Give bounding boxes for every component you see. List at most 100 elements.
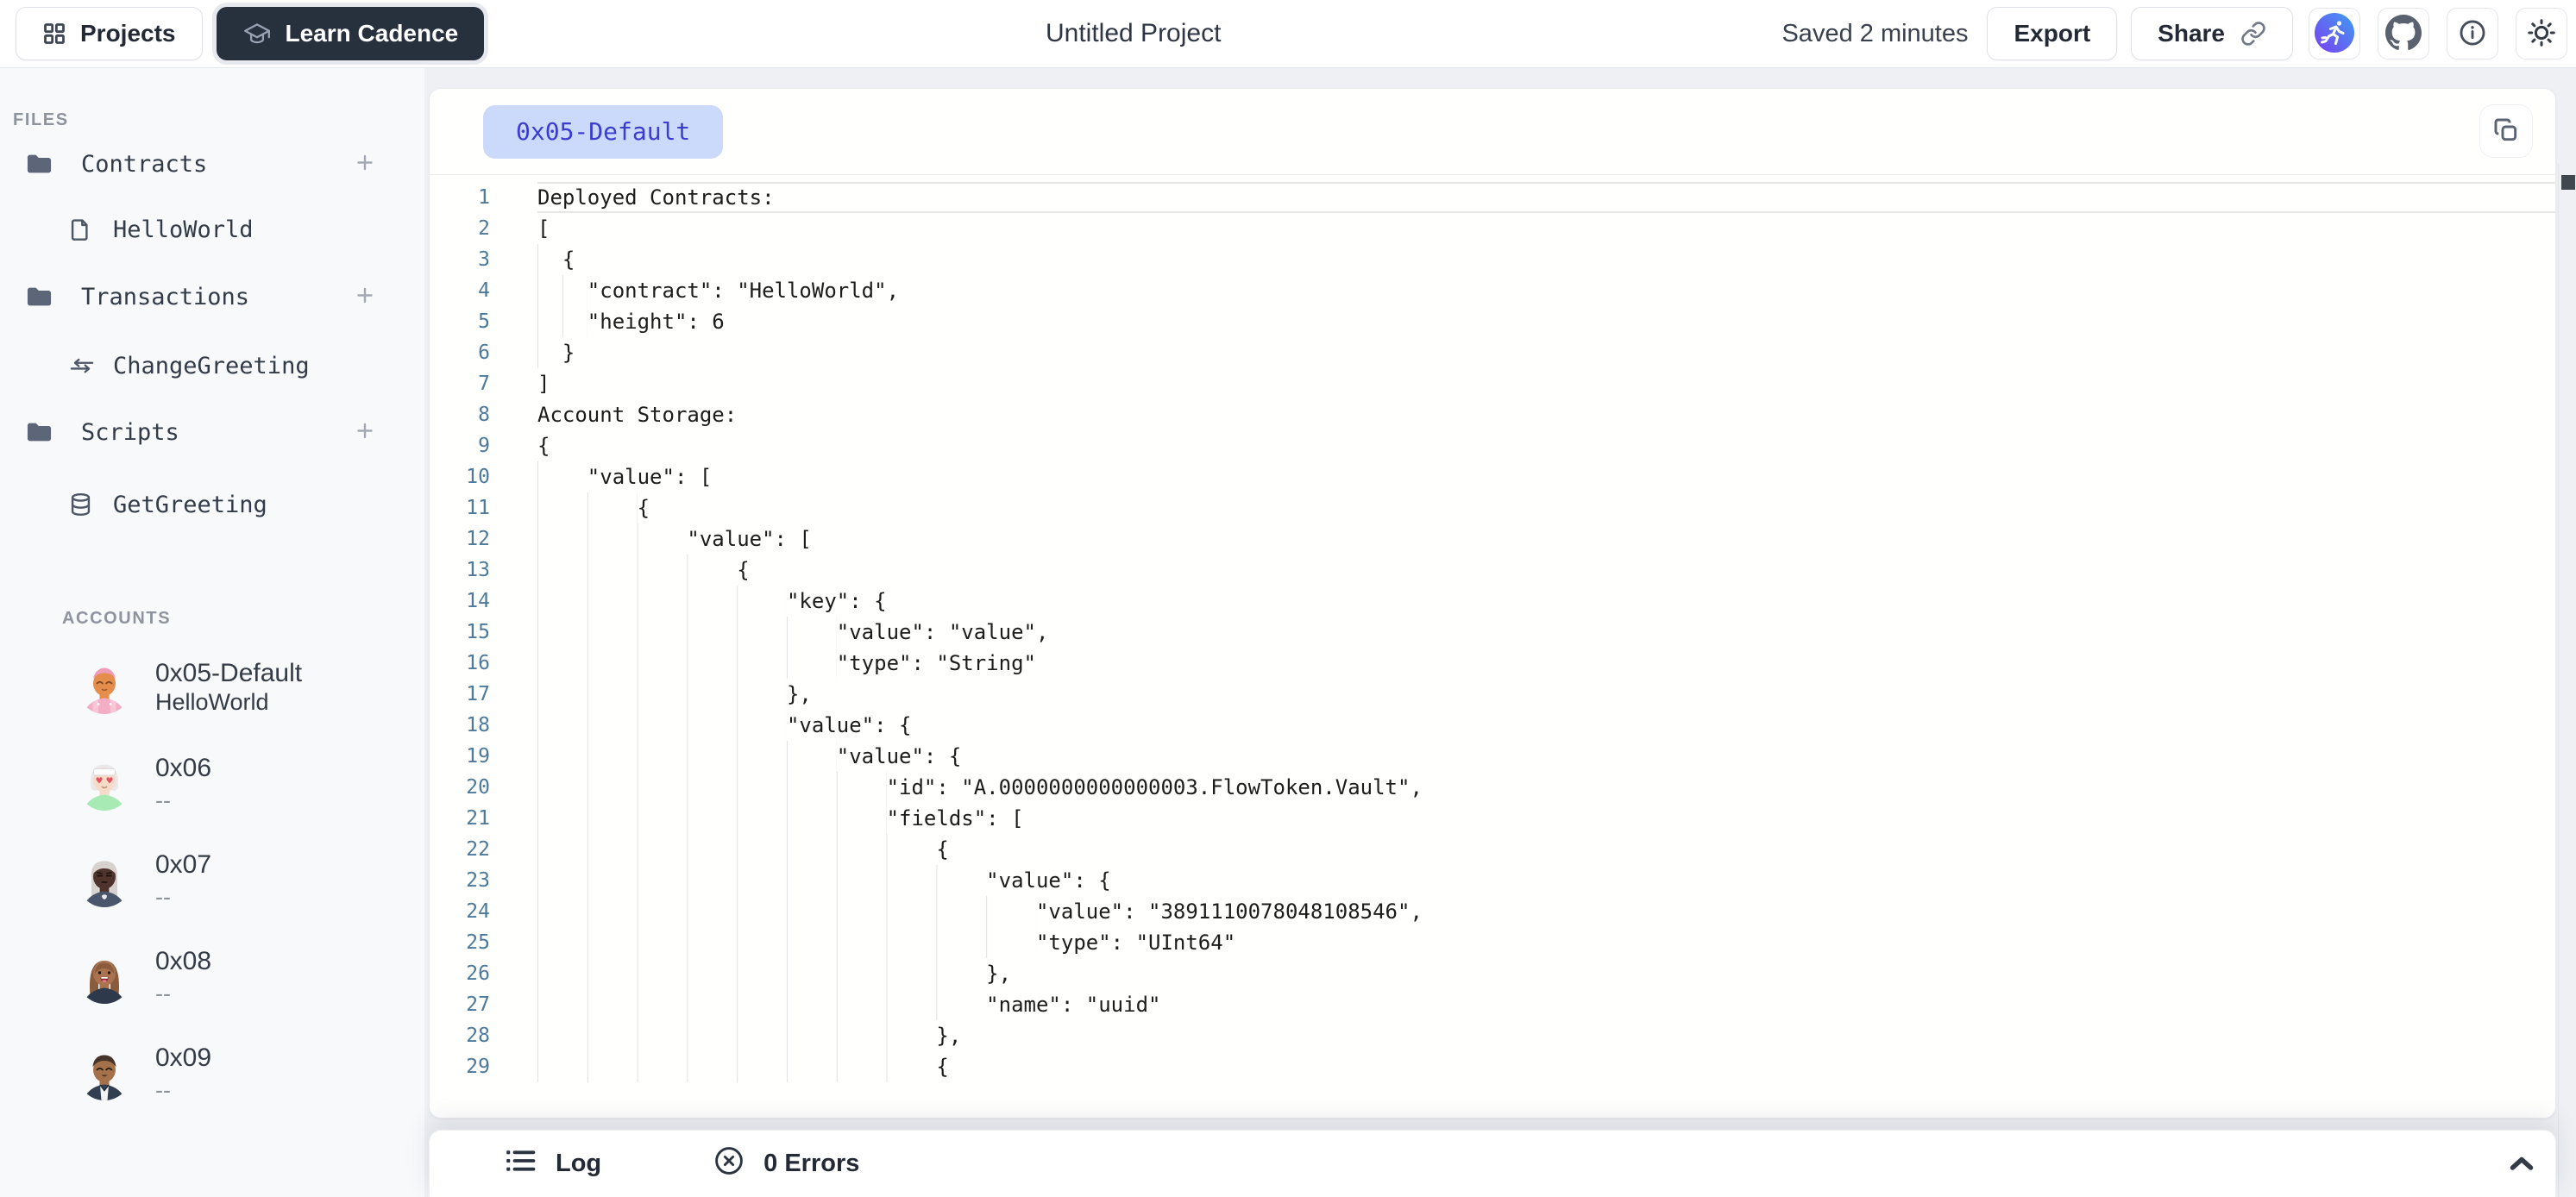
folder-transactions[interactable]: Transactions [0, 270, 424, 323]
code-line-16[interactable]: 16"type": "String" [430, 648, 2555, 679]
indent-guides [537, 648, 837, 679]
add-scripts-button[interactable] [354, 420, 376, 445]
line-number: 2 [430, 213, 537, 244]
editor-tabbar: 0x05-Default [430, 89, 2555, 175]
line-number: 27 [430, 989, 537, 1020]
avatar [78, 1047, 131, 1100]
code-line-25[interactable]: 25"type": "UInt64" [430, 927, 2555, 958]
info-button[interactable] [2447, 8, 2498, 60]
code-line-20[interactable]: 20"id": "A.0000000000000003.FlowToken.Va… [430, 772, 2555, 803]
account-0x09[interactable]: 0x09 -- [0, 1034, 424, 1113]
line-number: 29 [430, 1051, 537, 1082]
code-text: "key": { [787, 589, 887, 613]
code-line-22[interactable]: 22{ [430, 834, 2555, 865]
code-line-8[interactable]: 8Account Storage: [430, 399, 2555, 430]
code-text: "type": "String" [837, 651, 1036, 675]
code-text: }, [986, 962, 1011, 986]
toolbar-right: Saved 2 minutes Export Share [1781, 7, 2567, 60]
code-line-23[interactable]: 23"value": { [430, 865, 2555, 896]
log-tab[interactable]: Log [506, 1148, 601, 1181]
code-line-21[interactable]: 21"fields": [ [430, 803, 2555, 834]
code-line-6[interactable]: 6} [430, 337, 2555, 368]
scrollbar-thumb[interactable] [2561, 175, 2575, 190]
code-line-26[interactable]: 26}, [430, 958, 2555, 989]
code-line-13[interactable]: 13{ [430, 555, 2555, 586]
github-button[interactable] [2378, 8, 2429, 60]
code-line-27[interactable]: 27"name": "uuid" [430, 989, 2555, 1020]
code-line-15[interactable]: 15"value": "value", [430, 617, 2555, 648]
code-line-24[interactable]: 24"value": "3891110078048108546", [430, 896, 2555, 927]
line-content: "id": "A.0000000000000003.FlowToken.Vaul… [537, 772, 2555, 803]
page-scrollbar [2558, 164, 2576, 1197]
theme-toggle-button[interactable] [2516, 8, 2567, 60]
learn-cadence-label: Learn Cadence [286, 20, 459, 47]
errors-tab[interactable]: 0 Errors [713, 1145, 859, 1183]
code-text: [ [537, 216, 550, 241]
line-number: 17 [430, 679, 537, 710]
plus-icon [354, 285, 376, 310]
share-button[interactable]: Share [2131, 7, 2293, 60]
folder-contracts[interactable]: Contracts [0, 137, 424, 191]
file-label: HelloWorld [113, 216, 254, 243]
account-0x06[interactable]: ♥ ♥ 0x06 -- [0, 744, 424, 824]
code-line-2[interactable]: 2[ [430, 213, 2555, 244]
add-contracts-button[interactable] [354, 152, 376, 177]
account-0x07[interactable]: 0x07 -- [0, 841, 424, 920]
learn-cadence-button[interactable]: Learn Cadence [217, 7, 485, 60]
line-number: 21 [430, 803, 537, 834]
code-line-12[interactable]: 12"value": [ [430, 523, 2555, 555]
flow-runner-button[interactable] [2309, 8, 2360, 60]
folder-scripts[interactable]: Scripts [0, 405, 424, 459]
database-icon [69, 492, 92, 517]
indent-guides [537, 337, 562, 368]
plus-icon [354, 152, 376, 177]
code-line-28[interactable]: 28}, [430, 1020, 2555, 1051]
folder-label: Contracts [81, 151, 207, 178]
code-text: "value": "value", [837, 620, 1049, 644]
account-0x05-Default[interactable]: 0x05-Default HelloWorld [0, 648, 424, 727]
code-line-7[interactable]: 7] [430, 368, 2555, 399]
code-line-3[interactable]: 3{ [430, 244, 2555, 275]
code-text: Account Storage: [537, 403, 737, 427]
code-line-1[interactable]: 1Deployed Contracts: [430, 182, 2555, 213]
indent-guides [537, 1020, 936, 1051]
line-content: }, [537, 958, 2555, 989]
line-content: "key": { [537, 586, 2555, 617]
line-content: { [537, 834, 2555, 865]
expand-log-button[interactable] [2509, 1155, 2535, 1175]
avatar: ♥ ♥ [78, 757, 131, 811]
file-getgreeting[interactable]: GetGreeting [0, 478, 424, 531]
code-line-10[interactable]: 10"value": [ [430, 461, 2555, 492]
export-button[interactable]: Export [1987, 7, 2117, 60]
file-label: ChangeGreeting [113, 353, 310, 379]
line-content: { [537, 555, 2555, 586]
code-line-14[interactable]: 14"key": { [430, 586, 2555, 617]
code-text: "value": "3891110078048108546", [1036, 899, 1423, 924]
code-line-29[interactable]: 29{ [430, 1051, 2555, 1082]
indent-guides [537, 1051, 936, 1082]
avatar [78, 950, 131, 1004]
code-line-19[interactable]: 19"value": { [430, 741, 2555, 772]
copy-button[interactable] [2479, 104, 2533, 158]
line-number: 10 [430, 461, 537, 492]
code-line-17[interactable]: 17}, [430, 679, 2555, 710]
folder-icon [26, 285, 53, 308]
projects-button[interactable]: Projects [16, 7, 203, 60]
account-0x08[interactable]: 0x08 -- [0, 937, 424, 1017]
line-content: "value": "value", [537, 617, 2555, 648]
line-number: 5 [430, 306, 537, 337]
indent-guides [537, 679, 787, 710]
line-content: Account Storage: [537, 399, 2555, 430]
file-changegreeting[interactable]: ChangeGreeting [0, 339, 424, 392]
code-text: }, [787, 682, 812, 706]
code-line-4[interactable]: 4"contract": "HelloWorld", [430, 275, 2555, 306]
code-line-11[interactable]: 11{ [430, 492, 2555, 523]
share-button-label: Share [2158, 20, 2225, 47]
file-helloworld[interactable]: HelloWorld [0, 203, 424, 256]
code-line-18[interactable]: 18"value": { [430, 710, 2555, 741]
line-content: ] [537, 368, 2555, 399]
code-line-5[interactable]: 5"height": 6 [430, 306, 2555, 337]
tab-0x05-default[interactable]: 0x05-Default [483, 105, 723, 159]
add-transactions-button[interactable] [354, 285, 376, 310]
code-line-9[interactable]: 9{ [430, 430, 2555, 461]
